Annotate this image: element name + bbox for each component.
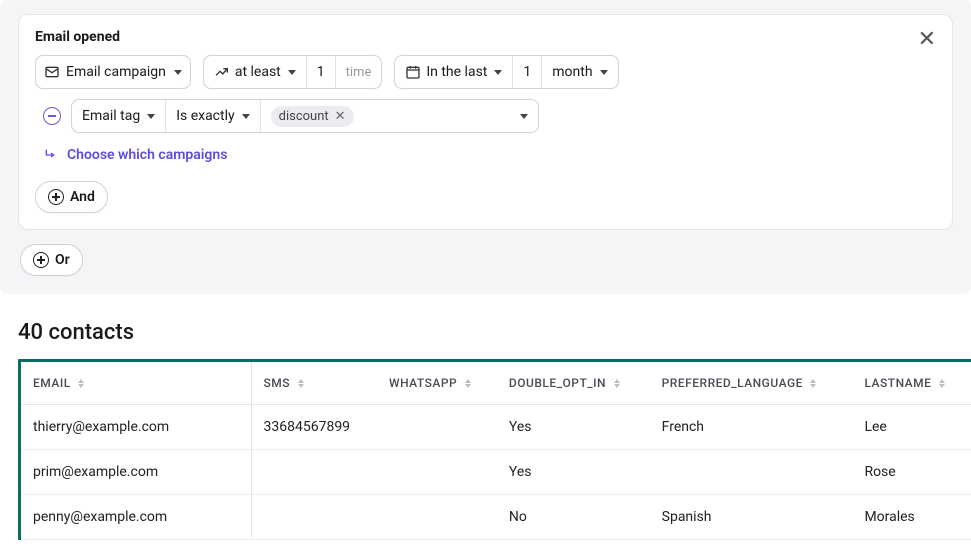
close-icon[interactable]: ✕ (918, 29, 936, 51)
comparator-label: at least (235, 64, 281, 80)
chevron-down-icon (600, 70, 608, 75)
plus-icon (33, 252, 49, 268)
table-header-row: EMAIL SMS WHATSAPP DOUBLE_OPT_IN PREFERR… (21, 362, 971, 405)
time-value-input[interactable]: 1 (513, 56, 541, 88)
plus-icon (48, 189, 64, 205)
cell-lastname: Rose (852, 450, 971, 495)
cell-preferred-language (650, 450, 853, 495)
mail-icon (44, 64, 60, 80)
tag-input[interactable] (358, 100, 508, 132)
chevron-down-icon (520, 114, 528, 119)
count-value: 1 (317, 64, 325, 80)
results-noun: contacts (48, 320, 134, 345)
choose-campaigns-link[interactable]: Choose which campaigns (67, 147, 227, 163)
chevron-down-icon (242, 114, 250, 119)
chevron-down-icon (494, 70, 502, 75)
cell-double-opt-in: Yes (497, 450, 650, 495)
table-row[interactable]: prim@example.com Yes Rose (21, 450, 971, 495)
sort-icon (810, 379, 816, 388)
col-header-sms[interactable]: SMS (251, 362, 377, 405)
filter-panel: Email opened ✕ Email campaign at least (0, 0, 971, 294)
timerange-dropdown[interactable]: In the last (395, 56, 512, 88)
chevron-down-icon (147, 114, 155, 119)
cell-lastname: Lee (852, 405, 971, 450)
subfilter-operator-label: Is exactly (176, 108, 234, 124)
remove-tag-icon[interactable]: ✕ (335, 109, 346, 124)
col-header-lastname[interactable]: LASTNAME (852, 362, 971, 405)
chevron-down-icon (174, 70, 182, 75)
sort-icon (614, 379, 620, 388)
time-value: 1 (523, 64, 531, 80)
table-row[interactable]: penny@example.com No Spanish Morales (21, 495, 971, 540)
filter-row-main: Email campaign at least 1 time (35, 55, 936, 89)
cell-double-opt-in: Yes (497, 405, 650, 450)
cell-preferred-language: Spanish (650, 495, 853, 540)
results-heading: 40 contacts (18, 320, 971, 345)
cell-email: penny@example.com (21, 495, 251, 540)
filter-row-sub: Email tag Is exactly discount ✕ (43, 99, 936, 133)
sort-icon (465, 379, 471, 388)
trend-up-icon (214, 64, 230, 80)
or-label: Or (55, 252, 70, 268)
contacts-table: EMAIL SMS WHATSAPP DOUBLE_OPT_IN PREFERR… (21, 362, 971, 540)
and-button[interactable]: And (35, 181, 108, 213)
cell-lastname: Morales (852, 495, 971, 540)
chevron-down-icon (288, 70, 296, 75)
subfilter-group: Email tag Is exactly discount ✕ (71, 99, 539, 133)
cell-preferred-language: French (650, 405, 853, 450)
cell-sms (251, 450, 377, 495)
time-unit-label: month (552, 64, 592, 80)
calendar-icon (405, 64, 421, 80)
tag-chip: discount ✕ (271, 106, 354, 127)
subfilter-value-area[interactable]: discount ✕ (261, 100, 358, 132)
cell-whatsapp (377, 450, 497, 495)
subfilter-field-dropdown[interactable]: Email tag (72, 100, 165, 132)
cell-double-opt-in: No (497, 495, 650, 540)
col-header-whatsapp[interactable]: WHATSAPP (377, 362, 497, 405)
remove-condition-button[interactable] (43, 107, 61, 125)
table-row[interactable]: thierry@example.com 33684567899 Yes Fren… (21, 405, 971, 450)
comparator-dropdown[interactable]: at least (204, 56, 306, 88)
cell-sms (251, 495, 377, 540)
timerange-label: In the last (426, 64, 487, 80)
sort-icon (939, 379, 945, 388)
or-button[interactable]: Or (20, 244, 83, 276)
sort-icon (298, 379, 304, 388)
subfilter-field-label: Email tag (82, 108, 140, 124)
choose-campaigns-row: Choose which campaigns (43, 147, 936, 163)
filter-card: Email opened ✕ Email campaign at least (18, 14, 953, 230)
timerange-group: In the last 1 month (394, 55, 618, 89)
count-input[interactable]: 1 (307, 56, 335, 88)
col-header-preferred-language[interactable]: PREFERRED_LANGUAGE (650, 362, 853, 405)
time-unit-dropdown[interactable]: month (542, 56, 617, 88)
and-label: And (70, 189, 95, 205)
col-header-email[interactable]: EMAIL (21, 362, 251, 405)
cell-email: prim@example.com (21, 450, 251, 495)
cell-sms: 33684567899 (251, 405, 377, 450)
cell-whatsapp (377, 495, 497, 540)
contacts-table-wrap: EMAIL SMS WHATSAPP DOUBLE_OPT_IN PREFERR… (18, 359, 971, 540)
col-header-double-opt-in[interactable]: DOUBLE_OPT_IN (497, 362, 650, 405)
filter-title: Email opened (35, 29, 936, 45)
arrow-down-right-icon (43, 147, 59, 163)
tag-chip-label: discount (279, 109, 329, 124)
subfilter-value-dropdown[interactable] (508, 100, 538, 132)
cell-whatsapp (377, 405, 497, 450)
comparator-group: at least 1 time (203, 55, 383, 89)
results-count: 40 (18, 320, 43, 345)
sort-icon (78, 379, 84, 388)
campaign-dropdown[interactable]: Email campaign (35, 55, 191, 89)
campaign-dropdown-label: Email campaign (66, 64, 166, 80)
subfilter-operator-dropdown[interactable]: Is exactly (166, 100, 259, 132)
cell-email: thierry@example.com (21, 405, 251, 450)
count-unit: time (336, 56, 382, 88)
